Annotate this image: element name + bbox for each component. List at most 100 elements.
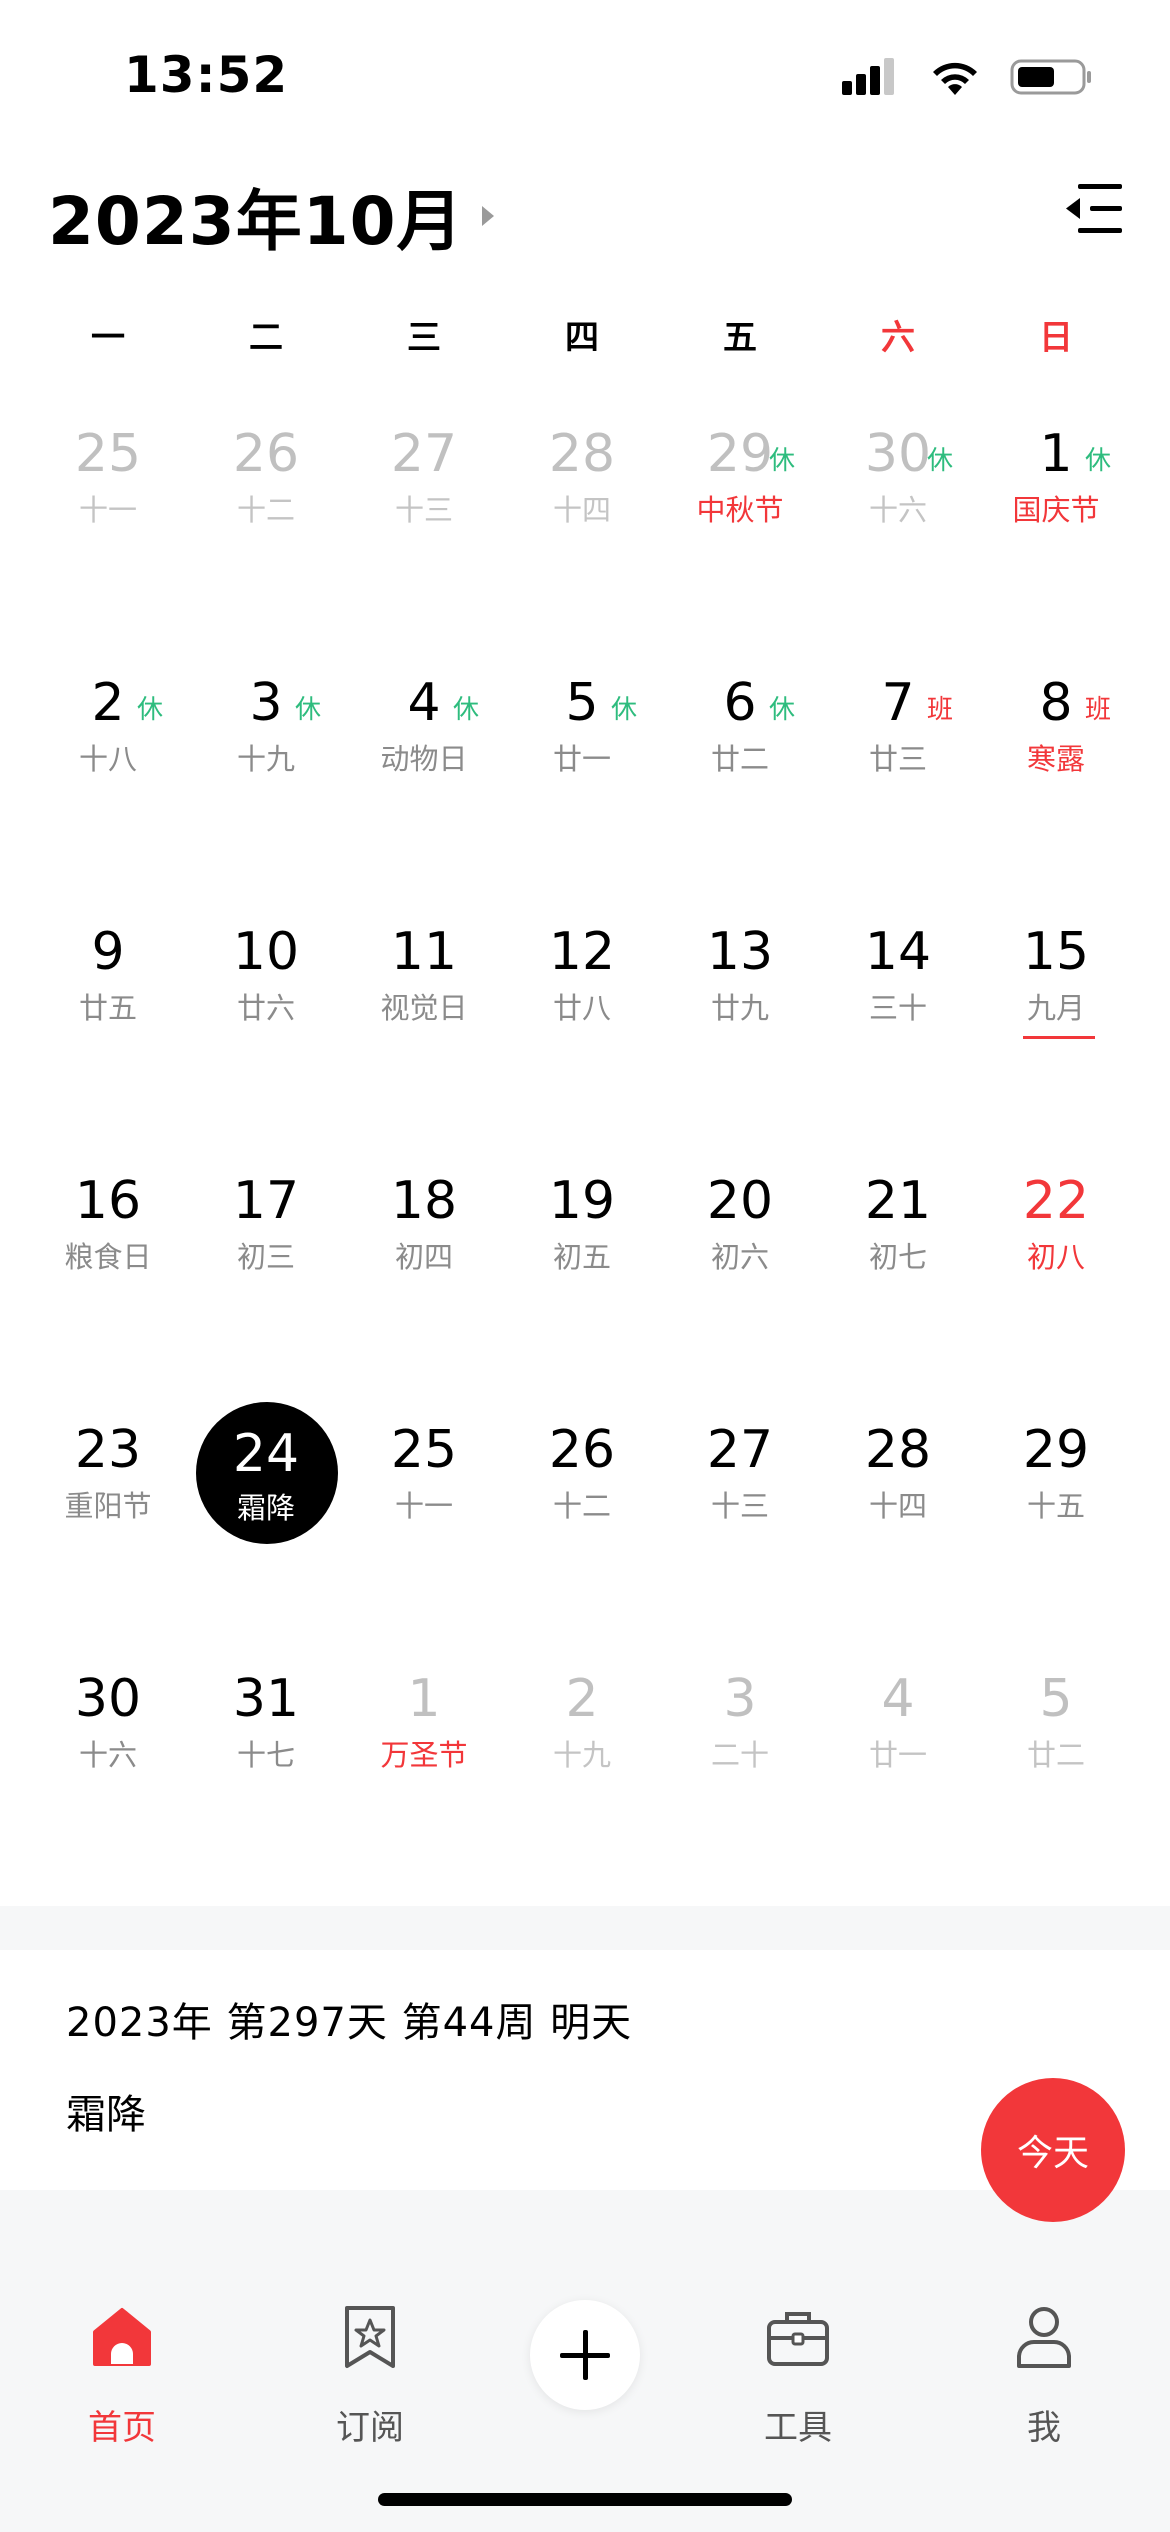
day-cell[interactable]: 25 十一 (345, 1396, 503, 1596)
day-cell[interactable]: 26 十二 (187, 400, 345, 600)
day-cell[interactable]: 22 初八 (977, 1147, 1135, 1347)
menu-button[interactable] (1060, 170, 1130, 246)
lunar-date: 十四 (552, 493, 611, 527)
day-cell[interactable]: 16 粮食日 (29, 1147, 187, 1347)
day-cell[interactable]: 28 十四 (819, 1396, 977, 1596)
lunar-date: 廿一 (868, 1738, 927, 1772)
briefcase-icon (767, 2312, 829, 2366)
tab-subscribe[interactable]: 订阅 (270, 2302, 470, 2452)
lunar-date: 粮食日 (64, 1240, 152, 1274)
day-number: 18 (390, 1171, 458, 1231)
day-number: 25 (74, 424, 142, 484)
day-number: 9 (91, 922, 125, 982)
day-cell[interactable]: 5 廿二 (977, 1645, 1135, 1845)
lunar-date: 初三 (236, 1240, 295, 1274)
lunar-date: 重阳节 (64, 1489, 152, 1523)
tab-label: 订阅 (336, 2408, 404, 2448)
tab-me[interactable]: 我 (944, 2302, 1144, 2452)
day-info-summary: 2023年 第297天 第44周 明天 (66, 2000, 633, 2046)
day-cell[interactable]: 9 廿五 (29, 898, 187, 1098)
status-bar: 13:52 (0, 0, 1170, 150)
day-number: 7 (881, 673, 915, 733)
today-underline (1023, 1036, 1095, 1039)
day-cell[interactable]: 23 重阳节 (29, 1396, 187, 1596)
day-cell[interactable]: 4 动物日 休 (345, 649, 503, 849)
day-cell[interactable]: 30 十六休 (819, 400, 977, 600)
today-button[interactable]: 今天 (981, 2078, 1125, 2222)
lunar-date: 初五 (552, 1240, 611, 1274)
day-cell[interactable]: 11 视觉日 (345, 898, 503, 1098)
tab-tools[interactable]: 工具 (698, 2302, 898, 2452)
weekday-label: 三 (407, 318, 441, 358)
day-cell[interactable]: 18 初四 (345, 1147, 503, 1347)
day-number: 28 (548, 424, 616, 484)
day-cell[interactable]: 21 初七 (819, 1147, 977, 1347)
day-number: 1 (1039, 424, 1073, 484)
day-cell[interactable]: 6 廿二休 (661, 649, 819, 849)
month-title: 2023年10月 (48, 183, 464, 260)
day-cell[interactable]: 8 寒露班 (977, 649, 1135, 849)
cellular-signal-icon (842, 58, 894, 95)
divider (0, 2190, 1170, 2282)
day-cell[interactable]: 19 初五 (503, 1147, 661, 1347)
weekday-label: 六 (881, 318, 915, 358)
holiday-badge: 休 (927, 446, 954, 476)
day-cell[interactable]: 13 廿九 (661, 898, 819, 1098)
day-number: 30 (74, 1669, 142, 1729)
day-cell[interactable]: 29 十五 (977, 1396, 1135, 1596)
holiday-badge: 休 (769, 446, 796, 476)
day-cell[interactable]: 5 廿一休 (503, 649, 661, 849)
day-cell[interactable]: 27 十三 (661, 1396, 819, 1596)
lunar-date: 廿五 (78, 991, 137, 1025)
lunar-date: 廿二 (710, 742, 769, 776)
calendar-header: 2023年10月 (0, 160, 1170, 260)
lunar-date: 十四 (868, 1489, 927, 1523)
holiday-badge: 休 (137, 695, 164, 725)
tab-home[interactable]: 首页 (22, 2302, 222, 2452)
day-cell[interactable]: 12 廿八 (503, 898, 661, 1098)
day-cell[interactable]: 26 十二 (503, 1396, 661, 1596)
day-cell[interactable]: 15 九月 (977, 898, 1135, 1098)
day-number: 31 (232, 1669, 300, 1729)
day-cell[interactable]: 7 廿三班 (819, 649, 977, 849)
day-cell[interactable]: 1 万圣节 (345, 1645, 503, 1845)
lunar-date: 廿六 (236, 991, 295, 1025)
day-cell[interactable]: 2 十九 (503, 1645, 661, 1845)
day-cell[interactable]: 14 三十 (819, 898, 977, 1098)
day-cell[interactable]: 1 国庆节 休 (977, 400, 1135, 600)
day-cell[interactable]: 29 中秋节 休 (661, 400, 819, 600)
day-number: 5 (565, 673, 599, 733)
add-event-button[interactable] (530, 2300, 640, 2410)
day-number: 4 (407, 673, 441, 733)
day-cell[interactable]: 27 十三 (345, 400, 503, 600)
holiday-badge: 休 (769, 695, 796, 725)
day-cell[interactable]: 2 十八休 (29, 649, 187, 849)
day-number: 22 (1022, 1171, 1090, 1231)
month-picker[interactable]: 2023年10月 (48, 168, 498, 264)
day-cell[interactable]: 28 十四 (503, 400, 661, 600)
day-cell[interactable]: 20 初六 (661, 1147, 819, 1347)
holiday-badge: 休 (1085, 446, 1112, 476)
lunar-date: 九月 (1026, 991, 1085, 1025)
day-cell[interactable]: 4 廿一 (819, 1645, 977, 1845)
day-cell[interactable]: 30 十六 (29, 1645, 187, 1845)
day-cell[interactable]: 3 十九休 (187, 649, 345, 849)
day-cell[interactable]: 17 初三 (187, 1147, 345, 1347)
day-number: 11 (390, 922, 458, 982)
day-cell[interactable]: 3 二十 (661, 1645, 819, 1845)
lunar-date: 十七 (236, 1738, 295, 1772)
lunar-date: 视觉日 (380, 991, 468, 1025)
day-cell[interactable]: 24 霜降 (187, 1396, 345, 1596)
day-cell[interactable]: 25 十一 (29, 400, 187, 600)
lunar-date: 初八 (1026, 1240, 1085, 1274)
lunar-date: 十二 (236, 493, 295, 527)
lunar-date: 廿九 (710, 991, 769, 1025)
day-cell[interactable]: 10 廿六 (187, 898, 345, 1098)
day-number: 13 (706, 922, 774, 982)
day-number: 23 (74, 1420, 142, 1480)
lunar-date: 二十 (710, 1738, 769, 1772)
day-number: 1 (407, 1669, 441, 1729)
day-cell[interactable]: 31 十七 (187, 1645, 345, 1845)
day-number: 15 (1022, 922, 1090, 982)
day-number: 3 (249, 673, 283, 733)
